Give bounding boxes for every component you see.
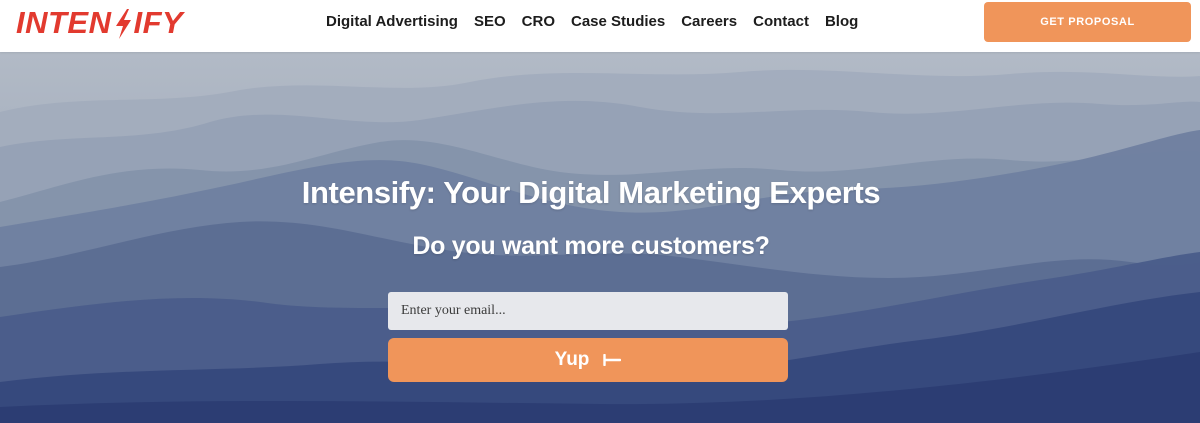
logo-text-start: INTEN [16, 5, 112, 40]
intensify-logo[interactable]: INTEN IFY [16, 3, 183, 43]
yup-submit-button[interactable]: Yup [388, 338, 788, 382]
site-header: INTEN IFY Digital Advertising SEO CRO Ca… [0, 0, 1200, 52]
nav-item-seo[interactable]: SEO [466, 0, 514, 44]
email-input[interactable] [388, 292, 788, 330]
hero-section: Intensify: Your Digital Marketing Expert… [0, 52, 1200, 423]
nav-item-digital-advertising[interactable]: Digital Advertising [318, 0, 466, 44]
logo-text-end: IFY [133, 5, 184, 40]
hero-title: Intensify: Your Digital Marketing Expert… [301, 175, 881, 210]
submit-label: Yup [554, 349, 590, 370]
nav-item-cro[interactable]: CRO [514, 0, 563, 44]
nav-item-careers[interactable]: Careers [673, 0, 745, 44]
nav-item-contact[interactable]: Contact [745, 0, 817, 44]
arrow-left-icon [603, 350, 622, 370]
main-nav: Digital Advertising SEO CRO Case Studies… [318, 0, 866, 44]
hero-subtitle: Do you want more customers? [412, 232, 770, 260]
lightning-bolt-icon [113, 7, 133, 39]
nav-item-case-studies[interactable]: Case Studies [563, 0, 673, 44]
nav-item-blog[interactable]: Blog [817, 0, 866, 44]
get-proposal-button[interactable]: GET PROPOSAL [984, 2, 1191, 42]
